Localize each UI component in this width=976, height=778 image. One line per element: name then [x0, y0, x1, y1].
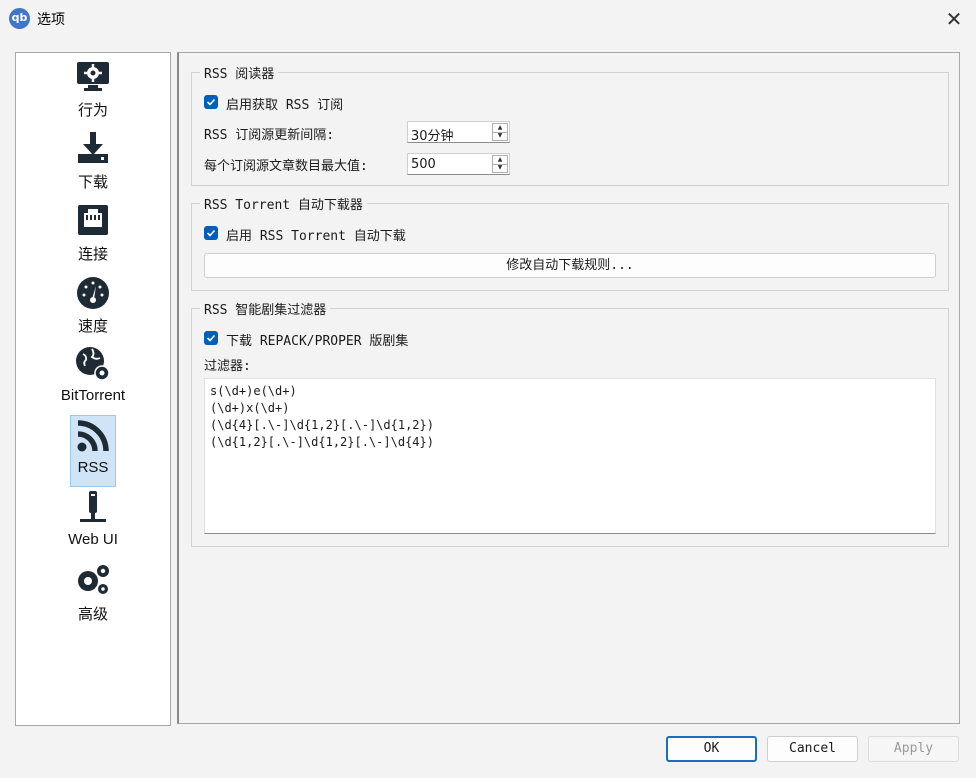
sidebar-item-label: 连接 — [77, 246, 108, 263]
checkbox-checked[interactable] — [204, 95, 218, 109]
sidebar-item-label: 速度 — [77, 318, 108, 335]
download-icon — [78, 132, 108, 163]
spinbox-value: 30分钟 — [411, 129, 454, 144]
window-title: 选项 — [37, 12, 65, 28]
spin-buttons: ▲ ▼ — [492, 155, 508, 173]
sidebar-item-connection[interactable]: 连接 — [16, 197, 170, 269]
max-articles-label: 每个订阅源文章数目最大值: — [204, 159, 368, 174]
checkbox-label: 启用 RSS Torrent 自动下载 — [226, 229, 406, 244]
close-button[interactable]: ✕ — [938, 4, 970, 34]
filters-label: 过滤器: — [204, 359, 251, 374]
sidebar-item-behavior[interactable]: 行为 — [16, 53, 170, 125]
sidebar-item-advanced[interactable]: 高级 — [16, 557, 170, 629]
title-bar: qb 选项 ✕ — [0, 0, 976, 38]
refresh-interval-label: RSS 订阅源更新间隔: — [204, 128, 335, 143]
apply-button: Apply — [868, 736, 959, 762]
sidebar-item-downloads[interactable]: 下载 — [16, 125, 170, 197]
sidebar-item-rss[interactable]: RSS — [16, 413, 170, 487]
gears-icon — [78, 565, 109, 594]
filters-textarea[interactable]: s(\d+)e(\d+) (\d+)x(\d+) (\d{4}[.\-]\d{1… — [204, 378, 936, 534]
spin-down-button[interactable]: ▼ — [493, 164, 507, 172]
qbittorrent-app-icon: qb — [9, 8, 30, 29]
speedometer-icon — [77, 277, 109, 309]
sidebar-item-label: 行为 — [77, 102, 108, 119]
sidebar-item-label: 高级 — [77, 606, 108, 623]
rss-reader-group: RSS 阅读器 启用获取 RSS 订阅 RSS 订阅源更新间隔: 30分钟 ▲ … — [191, 63, 949, 186]
options-sidebar: 行为 下载 连接 速度 BitTorrent RSS Web UI 高级 — [15, 52, 171, 726]
sidebar-item-label: 下载 — [77, 174, 108, 191]
globe-gear-icon — [76, 347, 110, 381]
ok-button[interactable]: OK — [666, 736, 757, 762]
sidebar-item-label: BitTorrent — [60, 387, 126, 404]
sidebar-item-speed[interactable]: 速度 — [16, 269, 170, 341]
rss-auto-downloader-group: RSS Torrent 自动下载器 启用 RSS Torrent 自动下载 修改… — [191, 194, 949, 291]
sidebar-item-label: RSS — [77, 459, 109, 476]
spin-buttons: ▲ ▼ — [492, 123, 508, 141]
sidebar-item-bittorrent[interactable]: BitTorrent — [16, 341, 170, 413]
rss-settings-panel: RSS 阅读器 启用获取 RSS 订阅 RSS 订阅源更新间隔: 30分钟 ▲ … — [177, 52, 960, 724]
group-title: RSS 智能剧集过滤器 — [200, 299, 331, 318]
checkbox-checked[interactable] — [204, 226, 218, 240]
checkbox-label: 下载 REPACK/PROPER 版剧集 — [226, 334, 409, 349]
monitor-gear-icon — [77, 62, 109, 91]
spinbox-value: 500 — [411, 157, 436, 172]
rss-icon — [77, 420, 109, 452]
sidebar-item-web-ui[interactable]: Web UI — [16, 485, 170, 557]
spin-down-button[interactable]: ▼ — [493, 132, 507, 140]
edit-download-rules-button[interactable]: 修改自动下载规则... — [204, 253, 936, 278]
refresh-interval-spinbox[interactable]: 30分钟 ▲ ▼ — [407, 121, 510, 144]
checkbox-label: 启用获取 RSS 订阅 — [226, 98, 344, 113]
network-port-icon — [78, 205, 108, 235]
checkbox-checked[interactable] — [204, 331, 218, 345]
smart-episode-filter-group: RSS 智能剧集过滤器 下载 REPACK/PROPER 版剧集 过滤器: s(… — [191, 299, 949, 547]
web-ui-icon — [80, 491, 106, 522]
sidebar-item-label: Web UI — [68, 531, 118, 548]
max-articles-spinbox[interactable]: 500 ▲ ▼ — [407, 153, 510, 175]
group-title: RSS 阅读器 — [200, 63, 279, 82]
cancel-button[interactable]: Cancel — [767, 736, 858, 762]
group-title: RSS Torrent 自动下载器 — [200, 194, 367, 213]
